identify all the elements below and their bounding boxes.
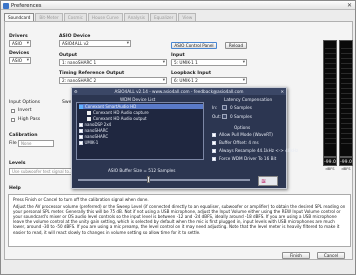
tab-bar: Soundcard Bit-Meter Cosmic House Curve A… (4, 13, 197, 21)
finish-button[interactable]: Finish (282, 252, 310, 259)
output-icon (87, 117, 91, 121)
input-select[interactable]: 5: UMIK-1 1 (171, 59, 247, 66)
asio-control-panel-button[interactable]: ASIO Control Panel (171, 42, 217, 49)
calibration-file-label: File (9, 141, 17, 146)
buffer-offset-label: Buffer Offset: 4 ms (219, 140, 259, 145)
latency-in-stepper[interactable] (222, 105, 227, 110)
tab-bit-meter[interactable]: Bit-Meter (35, 13, 63, 21)
tab-equalizer[interactable]: Equalizer (150, 13, 178, 21)
close-icon[interactable]: ✕ (347, 2, 352, 9)
latency-out-value: 0 Samples (230, 114, 252, 119)
invert-label: Invert (18, 108, 32, 113)
level-meter-right (339, 40, 353, 157)
tab-soundcard[interactable]: Soundcard (4, 13, 35, 21)
drivers-select[interactable]: ASIO (9, 40, 31, 47)
latency-out-stepper[interactable] (222, 114, 227, 119)
help-paragraph-1: Press Finish or Cancel to turn off the c… (13, 197, 149, 202)
loopback-input-label: Loopback Input (171, 71, 212, 76)
timing-reference-select[interactable]: 2: nanoSHARC 2 (59, 77, 167, 84)
help-text-box: Press Finish or Cancel to turn off the c… (8, 194, 351, 247)
latency-out-label: Out: (212, 114, 222, 119)
force-16-bit-label: Force WDM Driver To 16 Bit (219, 156, 277, 161)
levels-label: Levels (9, 161, 26, 166)
close-icon[interactable]: ✕ (280, 88, 284, 95)
device-checkbox[interactable] (79, 141, 83, 145)
buffer-size-slider[interactable] (78, 179, 250, 181)
devices-label: Devices (9, 51, 30, 56)
wdm-device-item[interactable]: Conexant HD Audio capture (87, 110, 149, 115)
device-checkbox[interactable] (79, 135, 83, 139)
tab-view[interactable]: View (178, 13, 197, 21)
options-title: Options (234, 125, 251, 130)
tab-house-curve[interactable]: House Curve (87, 13, 123, 21)
always-resample-label: Always Resample 44.1kHz <-> 48kHz (219, 148, 299, 153)
wdm-device-item[interactable]: nanoDSP 2x4 (79, 122, 111, 127)
device-checkbox[interactable] (79, 123, 83, 127)
asio4all-header: ⚙ ASIO4ALL v2.14 - www.asio4all.com - fe… (72, 88, 286, 95)
meter-right-unit: dBFS (341, 167, 351, 171)
meter-scale (325, 44, 336, 144)
force-16-bit-checkbox[interactable] (212, 157, 216, 161)
meter-left-unit: dBFS (325, 167, 335, 171)
meter-scale (341, 44, 352, 144)
latency-compensation-title: Latency Compensation (224, 97, 273, 102)
drivers-label: Drivers (9, 34, 28, 39)
high-pass-label: High Pass (18, 117, 41, 122)
latency-in-value: 0 Samples (230, 105, 252, 110)
wdm-device-item[interactable]: Conexant HD Audio output (87, 116, 147, 121)
timing-reference-label: Timing Reference Output (59, 71, 125, 76)
tab-analysis[interactable]: Analysis (123, 13, 149, 21)
cancel-button[interactable]: Cancel (317, 252, 345, 259)
output-select[interactable]: 1: nanoSHARC 1 (59, 59, 167, 66)
preferences-app-icon (3, 2, 9, 9)
buffer-size-label: ASIO Buffer Size = 512 Samples (108, 168, 176, 173)
window-title: Preferences (11, 2, 42, 9)
meter-left-readout: -99.0 (323, 157, 337, 166)
input-options-label: Input Options (9, 100, 41, 105)
tab-cosmic[interactable]: Cosmic (63, 13, 87, 21)
allow-pull-mode-label: Allow Pull Mode (WaveRT) (219, 132, 273, 137)
allow-pull-mode-checkbox[interactable] (212, 133, 216, 137)
asio-device-select[interactable]: ASIO4ALL v2 (59, 40, 131, 47)
input-label: Input (171, 53, 185, 58)
asio-device-label: ASIO Device (59, 34, 91, 39)
meter-right-readout: -99.0 (339, 157, 353, 166)
reload-button[interactable]: Reload (225, 42, 247, 49)
wdm-device-item[interactable]: UMIK-1 (79, 140, 98, 145)
latency-in-label: In: (212, 105, 218, 110)
buffer-offset-checkbox[interactable] (212, 141, 216, 145)
devices-select[interactable]: ASIO (9, 57, 31, 64)
capture-icon (87, 111, 91, 115)
wdm-device-item[interactable]: nanoSHARC (79, 134, 108, 139)
loopback-input-select[interactable]: 6: UMIK-1 2 (171, 77, 247, 84)
wdm-device-list: Conexant SmartAudio HD Conexant HD Audio… (76, 102, 204, 160)
level-meter-left (323, 40, 337, 157)
high-pass-checkbox[interactable] (11, 118, 15, 122)
settings-icon[interactable]: ⚙ (74, 88, 78, 95)
calibration-label: Calibration (9, 133, 38, 138)
device-checkbox[interactable] (79, 129, 83, 133)
buffer-size-slider-knob[interactable] (146, 176, 150, 183)
asio4all-panel: ⚙ ASIO4ALL v2.14 - www.asio4all.com - fe… (71, 87, 298, 189)
always-resample-checkbox[interactable] (212, 149, 216, 153)
asio4all-title: ASIO4ALL v2.14 - www.asio4all.com - feed… (114, 89, 244, 94)
title-bar: Preferences ✕ (1, 1, 355, 10)
wdm-device-item[interactable]: nanoSHARC (79, 128, 108, 133)
help-paragraph-2: Adjust the AV processor volume (preferre… (13, 204, 346, 235)
preferences-window: Preferences ✕ Soundcard Bit-Meter Cosmic… (0, 0, 356, 275)
levels-field[interactable]: Use subwoofer test signal to... (9, 168, 75, 175)
wdm-device-item[interactable]: Conexant SmartAudio HD (79, 104, 203, 110)
asio4all-logo: ≋ (258, 176, 278, 186)
power-icon (79, 105, 83, 109)
asio4all-logo-mark: ≋ (261, 178, 267, 185)
help-label: Help (9, 186, 21, 191)
calibration-file-field[interactable]: None (18, 140, 54, 147)
output-label: Output (59, 53, 78, 58)
invert-checkbox[interactable] (11, 109, 15, 113)
